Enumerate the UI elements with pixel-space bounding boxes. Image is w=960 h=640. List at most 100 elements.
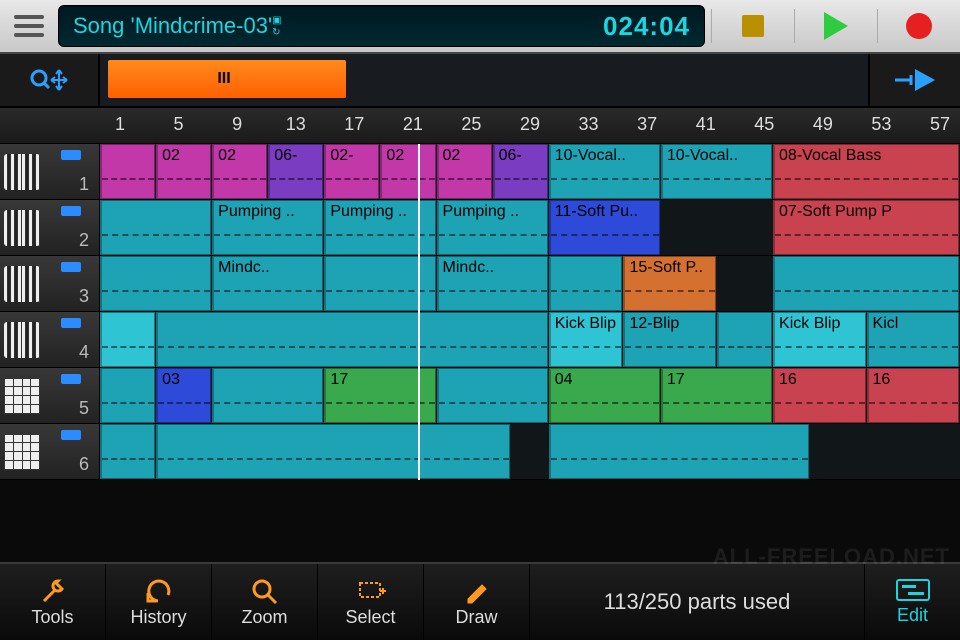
track-meter bbox=[61, 206, 81, 216]
clip[interactable] bbox=[156, 312, 548, 367]
tools-button[interactable]: Tools bbox=[0, 564, 106, 640]
track-lane[interactable]: 031704171616 bbox=[100, 368, 960, 423]
clip[interactable] bbox=[437, 368, 548, 423]
track-meter bbox=[61, 430, 81, 440]
clip[interactable] bbox=[100, 312, 155, 367]
keys-icon bbox=[4, 154, 40, 190]
clip[interactable]: 16 bbox=[773, 368, 865, 423]
clip-label: 06- bbox=[499, 147, 522, 164]
clip[interactable]: 10-Vocal.. bbox=[549, 144, 660, 199]
track-lane[interactable] bbox=[100, 424, 960, 479]
parts-status: 113/250 parts used bbox=[530, 564, 864, 640]
overview-snap-button[interactable] bbox=[870, 54, 960, 106]
track-lane[interactable]: 020206-02-020206-10-Vocal..10-Vocal..08-… bbox=[100, 144, 960, 199]
clip[interactable]: 02 bbox=[156, 144, 211, 199]
track-lane[interactable]: Mindc.. Mindc.. 15-Soft P.. bbox=[100, 256, 960, 311]
clip[interactable]: 11-Soft Pu.. bbox=[549, 200, 660, 255]
zoom-button[interactable]: Zoom bbox=[212, 564, 318, 640]
clip[interactable] bbox=[212, 368, 323, 423]
tracks-area: 1020206-02-020206-10-Vocal..10-Vocal..08… bbox=[0, 144, 960, 480]
history-button[interactable]: History bbox=[106, 564, 212, 640]
play-button[interactable] bbox=[801, 6, 871, 46]
clip[interactable]: 12-Blip bbox=[623, 312, 715, 367]
clip[interactable]: 02 bbox=[380, 144, 435, 199]
clip-label: 02 bbox=[386, 147, 404, 164]
clip[interactable] bbox=[324, 256, 435, 311]
clip[interactable]: 06- bbox=[493, 144, 548, 199]
select-button[interactable]: Select bbox=[318, 564, 424, 640]
tempo-icons: ▣↻ bbox=[272, 15, 282, 37]
song-title: Song 'Mindcrime-03' bbox=[73, 13, 272, 39]
play-icon bbox=[824, 12, 848, 40]
track-meter bbox=[61, 318, 81, 328]
track-row: 6 bbox=[0, 424, 960, 480]
track-row: 4Kick Blip12-BlipKick BlipKicl bbox=[0, 312, 960, 368]
track-header[interactable]: 5 bbox=[0, 368, 100, 423]
clip[interactable]: Mindc.. bbox=[437, 256, 548, 311]
clip[interactable] bbox=[156, 424, 510, 479]
clip[interactable]: Pumping .. bbox=[212, 200, 323, 255]
clip[interactable] bbox=[100, 200, 211, 255]
clip[interactable]: Mindc.. bbox=[212, 256, 323, 311]
record-button[interactable] bbox=[884, 6, 954, 46]
clip[interactable] bbox=[773, 256, 959, 311]
track-number: 6 bbox=[79, 454, 89, 475]
clip[interactable]: 06- bbox=[268, 144, 323, 199]
clip-label: 07-Soft Pump P bbox=[779, 203, 892, 220]
zoom-move-icon bbox=[27, 62, 71, 98]
clip[interactable] bbox=[549, 424, 810, 479]
clip[interactable]: 17 bbox=[324, 368, 435, 423]
track-lane[interactable]: Kick Blip12-BlipKick BlipKicl bbox=[100, 312, 960, 367]
clip[interactable]: Kicl bbox=[867, 312, 959, 367]
song-overview[interactable]: III bbox=[100, 54, 870, 106]
track-header[interactable]: 3 bbox=[0, 256, 100, 311]
clip-label: 12-Blip bbox=[629, 315, 679, 332]
clip[interactable]: Kick Blip bbox=[549, 312, 623, 367]
clip-label: 10-Vocal.. bbox=[555, 147, 626, 164]
track-header[interactable]: 1 bbox=[0, 144, 100, 199]
track-header[interactable]: 4 bbox=[0, 312, 100, 367]
clip[interactable]: 02 bbox=[437, 144, 492, 199]
zoom-pan-tool[interactable] bbox=[0, 54, 100, 106]
clip[interactable]: 02- bbox=[324, 144, 379, 199]
track-row: 5031704171616 bbox=[0, 368, 960, 424]
clip[interactable] bbox=[100, 144, 155, 199]
timeline-ruler[interactable]: 159131721252933374145495357 bbox=[0, 108, 960, 144]
clip[interactable]: 08-Vocal Bass bbox=[773, 144, 959, 199]
clip-label: Kick Blip bbox=[555, 315, 616, 332]
clip[interactable]: 03 bbox=[156, 368, 211, 423]
keys-icon bbox=[4, 322, 40, 358]
pencil-icon bbox=[462, 577, 492, 605]
clip-label: 11-Soft Pu.. bbox=[555, 203, 638, 220]
clip-label: 15-Soft P.. bbox=[629, 259, 703, 276]
ruler-tick: 41 bbox=[696, 114, 716, 135]
draw-button[interactable]: Draw bbox=[424, 564, 530, 640]
song-display[interactable]: Song 'Mindcrime-03' ▣↻ 024:04 bbox=[58, 5, 705, 47]
clip[interactable] bbox=[100, 424, 155, 479]
clip[interactable]: 16 bbox=[867, 368, 959, 423]
clip[interactable]: Kick Blip bbox=[773, 312, 865, 367]
clip[interactable] bbox=[549, 256, 623, 311]
clip[interactable]: 04 bbox=[549, 368, 660, 423]
clip[interactable] bbox=[100, 256, 211, 311]
track-header[interactable]: 6 bbox=[0, 424, 100, 479]
clip[interactable]: 15-Soft P.. bbox=[623, 256, 715, 311]
clip[interactable]: 17 bbox=[661, 368, 772, 423]
clip[interactable]: Pumping .. bbox=[324, 200, 435, 255]
edit-button[interactable]: Edit bbox=[864, 564, 960, 640]
clip[interactable]: Pumping .. bbox=[437, 200, 548, 255]
stop-icon bbox=[742, 15, 764, 37]
track-header[interactable]: 2 bbox=[0, 200, 100, 255]
clip-label: 02- bbox=[330, 147, 353, 164]
clip[interactable]: 07-Soft Pump P bbox=[773, 200, 959, 255]
clip[interactable]: 10-Vocal.. bbox=[661, 144, 772, 199]
overview-region[interactable]: III bbox=[108, 60, 346, 98]
stop-button[interactable] bbox=[718, 6, 788, 46]
track-lane[interactable]: Pumping ..Pumping ..Pumping ..11-Soft Pu… bbox=[100, 200, 960, 255]
clip[interactable]: 02 bbox=[212, 144, 267, 199]
clip-label: 02 bbox=[162, 147, 180, 164]
track-number: 4 bbox=[79, 342, 89, 363]
clip[interactable] bbox=[717, 312, 772, 367]
menu-button[interactable] bbox=[6, 6, 52, 46]
clip[interactable] bbox=[100, 368, 155, 423]
